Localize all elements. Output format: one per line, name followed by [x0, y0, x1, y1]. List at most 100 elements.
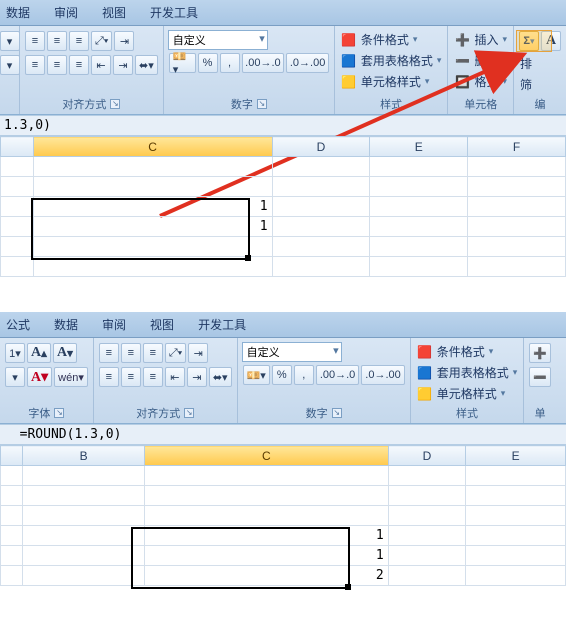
- currency-icon-b[interactable]: 💴▾: [243, 365, 270, 385]
- font-dialog-icon[interactable]: ↘: [54, 408, 64, 418]
- sort-icon[interactable]: A: [541, 31, 561, 51]
- col-header-f[interactable]: F: [468, 137, 566, 157]
- group-align-label: 对齐方式: [62, 96, 106, 112]
- formula-bar-top[interactable]: 1.3,0): [0, 115, 566, 136]
- indent-dec-icon-b[interactable]: ⇤: [165, 367, 185, 387]
- conditional-format-button-b[interactable]: 🟥条件格式▾: [415, 342, 496, 361]
- find-button[interactable]: 筛: [518, 75, 534, 94]
- align-left-icon[interactable]: ≡: [25, 55, 45, 75]
- cell-c3[interactable]: 1: [33, 197, 272, 217]
- phonetic-icon[interactable]: wén▾: [54, 367, 88, 387]
- autosum-button[interactable]: Σ▾: [519, 31, 539, 51]
- col-header-e[interactable]: E: [370, 137, 468, 157]
- menu-tabs-bottom: 公式 数据 审阅 视图 开发工具: [0, 312, 566, 338]
- indent-inc-icon-b[interactable]: ⇥: [187, 367, 207, 387]
- group-cells-label: 单元格: [464, 96, 497, 112]
- currency-icon[interactable]: 💴▾: [169, 53, 196, 73]
- format-as-table-button-b[interactable]: 🟦套用表格格式▾: [415, 363, 520, 382]
- align-middle-icon[interactable]: ≡: [47, 31, 67, 51]
- cell-c4[interactable]: 1: [33, 217, 272, 237]
- borders-icon[interactable]: ▾: [5, 367, 25, 387]
- col-header-c[interactable]: C: [33, 137, 272, 157]
- group-cells: ➕插入▾ ➖删除▾ 🔲格式▾ 单元格: [448, 26, 514, 114]
- decrease-decimal-icon-b[interactable]: .0→.00: [361, 365, 404, 385]
- indent-dec-icon[interactable]: ⇤: [91, 55, 111, 75]
- align-bottom-icon-b[interactable]: ≡: [143, 343, 163, 363]
- delete-button[interactable]: ➖删除▾: [452, 51, 509, 70]
- tab-data-b[interactable]: 数据: [54, 316, 78, 333]
- col-header-d-b[interactable]: D: [388, 446, 466, 466]
- decrease-decimal-icon[interactable]: .0→.00: [286, 53, 329, 73]
- delete-icon-b[interactable]: ➖: [529, 367, 551, 387]
- orientation-icon-b[interactable]: ⤢▾: [165, 343, 186, 363]
- formula-bar-bottom[interactable]: =ROUND(1.3,0): [0, 424, 566, 445]
- tab-formula-b[interactable]: 公式: [6, 316, 30, 333]
- align-top-icon[interactable]: ≡: [25, 31, 45, 51]
- cell-styles-button[interactable]: 🟨单元格样式▾: [339, 72, 432, 91]
- corner-cell-b[interactable]: [1, 446, 23, 466]
- align-right-icon-b[interactable]: ≡: [143, 367, 163, 387]
- comma-icon-b[interactable]: ,: [294, 365, 314, 385]
- group-alignment: ≡ ≡ ≡ ⤢▾ ⇥ ≡ ≡ ≡ ⇤ ⇥ ⬌▾ 对齐方式 ↘: [20, 26, 164, 114]
- wrap-text-icon-b[interactable]: ⇥: [188, 343, 208, 363]
- ribbon-top: ▾ ▾ ≡ ≡ ≡ ⤢▾ ⇥ ≡ ≡ ≡ ⇤ ⇥ ⬌▾ 对齐方式 ↘: [0, 26, 566, 115]
- align-center-icon[interactable]: ≡: [47, 55, 67, 75]
- menu-tabs-top: 数据 审阅 视图 开发工具: [0, 0, 566, 26]
- align-center-icon-b[interactable]: ≡: [121, 367, 141, 387]
- conditional-format-button[interactable]: 🟥条件格式▾: [339, 30, 420, 49]
- wrap-text-icon[interactable]: ⇥: [114, 31, 134, 51]
- cond-format-icon-b: 🟥: [417, 344, 433, 360]
- unknown-btn[interactable]: ▾: [0, 31, 20, 51]
- align-top-icon-b[interactable]: ≡: [99, 343, 119, 363]
- cell-c6-b[interactable]: 2: [145, 566, 389, 586]
- font-size-dd[interactable]: 1▾: [5, 343, 25, 363]
- tab-review-b[interactable]: 审阅: [102, 316, 126, 333]
- merge-icon-b[interactable]: ⬌▾: [209, 367, 232, 387]
- col-header-b-b[interactable]: B: [23, 446, 145, 466]
- increase-decimal-icon[interactable]: .00→.0: [242, 53, 285, 73]
- number-format-select-b[interactable]: 自定义: [242, 342, 342, 362]
- align-bottom-icon[interactable]: ≡: [69, 31, 89, 51]
- indent-inc-icon[interactable]: ⇥: [113, 55, 133, 75]
- grid-top[interactable]: C D E F 1 1: [0, 136, 566, 306]
- group-alignment-b: ≡ ≡ ≡ ⤢▾ ⇥ ≡ ≡ ≡ ⇤ ⇥ ⬌▾ 对齐方式↘: [94, 338, 238, 423]
- cell-styles-button-b[interactable]: 🟨单元格样式▾: [415, 384, 508, 403]
- increase-decimal-icon-b[interactable]: .00→.0: [316, 365, 359, 385]
- align-dialog-icon-b[interactable]: ↘: [184, 408, 194, 418]
- insert-icon-b[interactable]: ➕: [529, 343, 551, 363]
- cell-style-icon-b: 🟨: [417, 386, 433, 402]
- merge-icon[interactable]: ⬌▾: [135, 55, 158, 75]
- orientation-icon[interactable]: ⤢▾: [91, 31, 112, 51]
- tab-view[interactable]: 视图: [102, 4, 126, 21]
- grid-bottom[interactable]: B C D E 1 1 2: [0, 445, 566, 615]
- align-left-icon-b[interactable]: ≡: [99, 367, 119, 387]
- tab-dev[interactable]: 开发工具: [150, 4, 198, 21]
- percent-icon[interactable]: %: [198, 53, 218, 73]
- col-header-c-b[interactable]: C: [145, 446, 389, 466]
- col-header-e-b[interactable]: E: [466, 446, 566, 466]
- number-format-select[interactable]: 自定义: [168, 30, 268, 50]
- corner-cell[interactable]: [1, 137, 34, 157]
- align-middle-icon-b[interactable]: ≡: [121, 343, 141, 363]
- align-right-icon[interactable]: ≡: [69, 55, 89, 75]
- shrink-font-icon[interactable]: A▾: [53, 343, 77, 363]
- tab-view-b[interactable]: 视图: [150, 316, 174, 333]
- number-dialog-icon[interactable]: ↘: [257, 99, 267, 109]
- unknown-btn2[interactable]: ▾: [0, 55, 20, 75]
- col-header-d[interactable]: D: [272, 137, 370, 157]
- format-as-table-button[interactable]: 🟦套用表格格式▾: [339, 51, 444, 70]
- grow-font-icon[interactable]: A▴: [27, 343, 51, 363]
- percent-icon-b[interactable]: %: [272, 365, 292, 385]
- font-color-icon[interactable]: A▾: [27, 367, 52, 387]
- number-dialog-icon-b[interactable]: ↘: [332, 408, 342, 418]
- cell-c5-b[interactable]: 1: [145, 546, 389, 566]
- comma-icon[interactable]: ,: [220, 53, 240, 73]
- align-dialog-icon[interactable]: ↘: [110, 99, 120, 109]
- tab-data[interactable]: 数据: [6, 4, 30, 21]
- sort-filter-button[interactable]: 排: [518, 54, 534, 73]
- cell-c4-b[interactable]: 1: [145, 526, 389, 546]
- insert-button[interactable]: ➕插入▾: [452, 30, 509, 49]
- tab-review[interactable]: 审阅: [54, 4, 78, 21]
- tab-dev-b[interactable]: 开发工具: [198, 316, 246, 333]
- format-button[interactable]: 🔲格式▾: [452, 72, 509, 91]
